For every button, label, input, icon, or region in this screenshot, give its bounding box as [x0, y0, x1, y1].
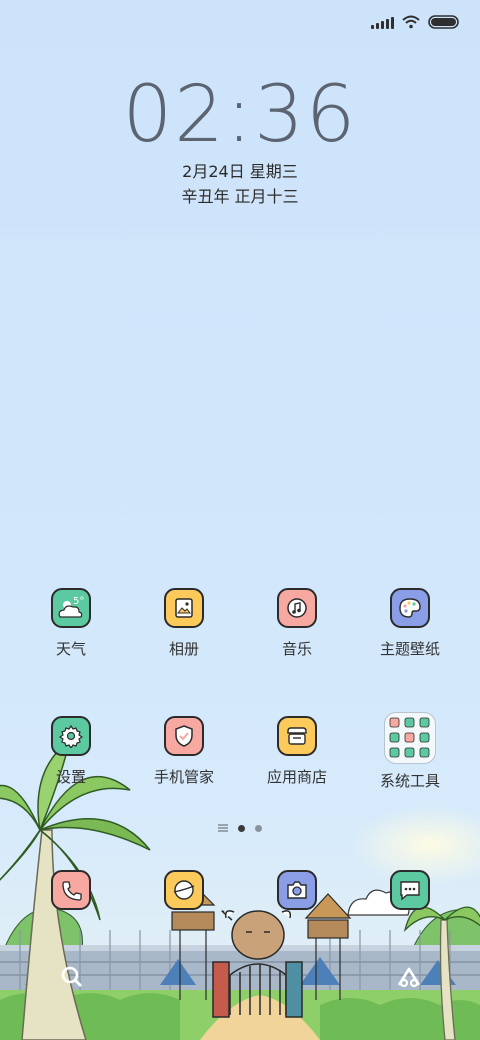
folder-icon — [384, 712, 436, 764]
app-music[interactable]: 音乐 — [242, 588, 352, 659]
assistant-icon[interactable] — [394, 964, 424, 990]
app-label: 设置 — [55, 768, 86, 786]
search-icon[interactable] — [58, 964, 86, 990]
battery-icon — [428, 15, 459, 29]
app-gallery[interactable]: 相册 — [129, 588, 239, 659]
weather-temp: 5° — [73, 596, 84, 607]
menu-lines-icon — [218, 824, 228, 832]
app-folder-tools[interactable]: 系统工具 — [355, 712, 465, 791]
app-label: 相册 — [168, 640, 199, 658]
camera-icon[interactable] — [277, 870, 317, 910]
page-indicator[interactable] — [0, 824, 480, 832]
settings-icon — [51, 716, 91, 756]
messages-icon[interactable] — [390, 870, 430, 910]
app-label: 音乐 — [281, 640, 312, 658]
app-label: 系统工具 — [379, 772, 440, 790]
home-screen: 02:36 2月24日 星期三 辛丑年 正月十三 5° 天气 相册 音乐 主题壁… — [0, 0, 480, 1040]
app-store[interactable]: 应用商店 — [242, 716, 352, 787]
theme-icon — [390, 588, 430, 628]
app-label: 天气 — [55, 640, 86, 658]
lunar-date: 辛丑年 正月十三 — [181, 187, 299, 206]
wifi-icon — [402, 15, 420, 29]
phone-icon[interactable] — [51, 870, 91, 910]
app-settings[interactable]: 设置 — [16, 716, 126, 787]
music-icon — [277, 588, 317, 628]
weather-icon: 5° — [51, 588, 91, 628]
app-label: 主题壁纸 — [379, 640, 440, 658]
page-dot — [255, 824, 262, 832]
security-icon — [164, 716, 204, 756]
app-themes[interactable]: 主题壁纸 — [355, 588, 465, 659]
store-icon — [277, 716, 317, 756]
status-bar — [371, 12, 460, 32]
page-dot-active — [238, 824, 245, 832]
clock-date: 2月24日 星期三 — [182, 162, 298, 181]
app-label: 手机管家 — [153, 768, 214, 786]
browser-icon[interactable] — [164, 870, 204, 910]
clock-time[interactable]: 02:36 — [0, 70, 480, 160]
app-weather[interactable]: 5° 天气 — [16, 588, 126, 659]
signal-icon — [371, 15, 394, 29]
gallery-icon — [164, 588, 204, 628]
app-label: 应用商店 — [266, 768, 327, 786]
app-security[interactable]: 手机管家 — [129, 716, 239, 787]
